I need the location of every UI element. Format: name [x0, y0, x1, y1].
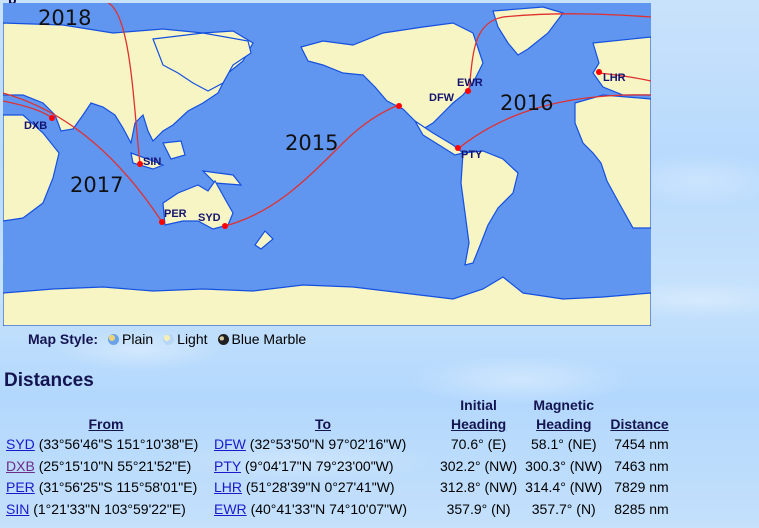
year-label-2015: 2015 [285, 131, 339, 155]
magnetic-heading: 314.4° (NW) [525, 479, 603, 495]
from-airport-link[interactable]: SIN [6, 501, 29, 517]
magnetic-heading: 357.7° (N) [531, 500, 596, 517]
map-style-selector: Map Style: Plain Light Blue Marble [28, 331, 310, 347]
airport-label-sin: SIN [143, 156, 162, 168]
landmass-new-guinea [201, 170, 243, 186]
from-airport-link[interactable]: SYD [6, 436, 35, 452]
initial-heading: 312.8° (NW) [440, 479, 518, 495]
magnetic-heading: 300.3° (NW) [525, 457, 603, 474]
map-style-blue-marble[interactable]: Blue Marble [217, 331, 306, 347]
from-coords: (1°21'33"N 103°59'22"E) [33, 500, 186, 517]
to-coords: (40°41'33"N 74°10'07"W) [250, 500, 408, 517]
marker-dxb [49, 115, 55, 121]
table-row: SIN (1°21'33"N 103°59'22"E) EWR (40°41'3… [2, 499, 673, 521]
globe-plain-icon [108, 333, 120, 345]
table-row: SYD (33°56'46"S 151°10'38"E) DFW (32°53'… [2, 434, 673, 456]
from-airport-link[interactable]: PER [6, 479, 35, 495]
from-coords: (25°15'10"N 55°21'52"E) [38, 457, 192, 474]
landmass-antarctica [3, 276, 651, 326]
to-airport-link[interactable]: DFW [214, 436, 246, 452]
marker-dfw [396, 103, 402, 109]
magnetic-heading: 58.1° (NE) [531, 436, 597, 452]
to-airport-link[interactable]: LHR [214, 479, 242, 495]
initial-heading: 70.6° (E) [450, 436, 507, 452]
distance: 7829 nm [614, 479, 669, 495]
airport-label-per: PER [164, 208, 187, 220]
airport-label-dxb: DXB [24, 120, 48, 132]
landmass-borneo [162, 140, 186, 160]
to-coords: (9°04'17"N 79°23'00"W) [244, 457, 394, 474]
marker-lhr [596, 69, 602, 75]
to-airport-link[interactable]: PTY [214, 458, 241, 474]
landmass-new-zealand [254, 230, 274, 250]
distances-heading: Distances [4, 370, 94, 391]
globe-blue-marble-icon [217, 333, 229, 345]
distances-table: From To Initial Heading Magnetic Heading… [2, 396, 673, 520]
col-magnetic-heading: Magnetic Heading [533, 397, 595, 432]
to-airport-link[interactable]: EWR [214, 501, 247, 517]
distance: 8285 nm [614, 500, 669, 517]
from-coords: (33°56'46"S 151°10'38"E) [38, 436, 199, 452]
airport-label-ewr: EWR [457, 77, 483, 89]
airport-label-pty: PTY [461, 149, 483, 161]
table-header-row: From To Initial Heading Magnetic Heading… [2, 396, 673, 434]
landmass-north-america [300, 22, 484, 130]
map-style-plain[interactable]: Plain [108, 331, 153, 347]
distance: 7454 nm [614, 436, 669, 452]
landmass-south-america [460, 150, 519, 266]
airport-label-lhr: LHR [603, 72, 626, 84]
map-style-label: Map Style: [28, 331, 99, 347]
col-distance: Distance [610, 416, 669, 432]
landmass-europe [592, 36, 651, 96]
col-from: From [88, 416, 124, 432]
map-canvas [3, 3, 651, 326]
initial-heading: 357.9° (N) [446, 500, 511, 517]
year-label-2017: 2017 [70, 173, 124, 197]
to-coords: (51°28'39"N 0°27'41"W) [245, 479, 395, 495]
landmass-africa-west [574, 94, 651, 229]
initial-heading: 302.2° (NW) [440, 457, 518, 474]
airport-label-dfw: DFW [429, 92, 455, 104]
route-map[interactable]: 2018 2017 2016 2015 DXB SIN PER SYD DFW … [3, 3, 651, 326]
table-row: DXB (25°15'10"N 55°21'52"E) PTY (9°04'17… [2, 456, 673, 478]
year-label-2016: 2016 [500, 91, 554, 115]
airport-label-syd: SYD [198, 212, 221, 224]
col-initial-heading: Initial Heading [450, 397, 507, 432]
from-coords: (31°56'25"S 115°58'01"E) [38, 479, 198, 495]
table-row: PER (31°56'25"S 115°58'01"E) LHR (51°28'… [2, 477, 673, 499]
globe-light-icon [163, 333, 175, 345]
distance: 7463 nm [614, 457, 669, 474]
map-style-light[interactable]: Light [163, 331, 208, 347]
col-to: To [314, 416, 332, 432]
marker-syd [222, 223, 228, 229]
year-label-2018: 2018 [38, 6, 92, 30]
from-airport-link[interactable]: DXB [6, 458, 35, 474]
route-syd-dfw [224, 103, 402, 227]
to-coords: (32°53'50"N 97°02'16"W) [249, 436, 407, 452]
